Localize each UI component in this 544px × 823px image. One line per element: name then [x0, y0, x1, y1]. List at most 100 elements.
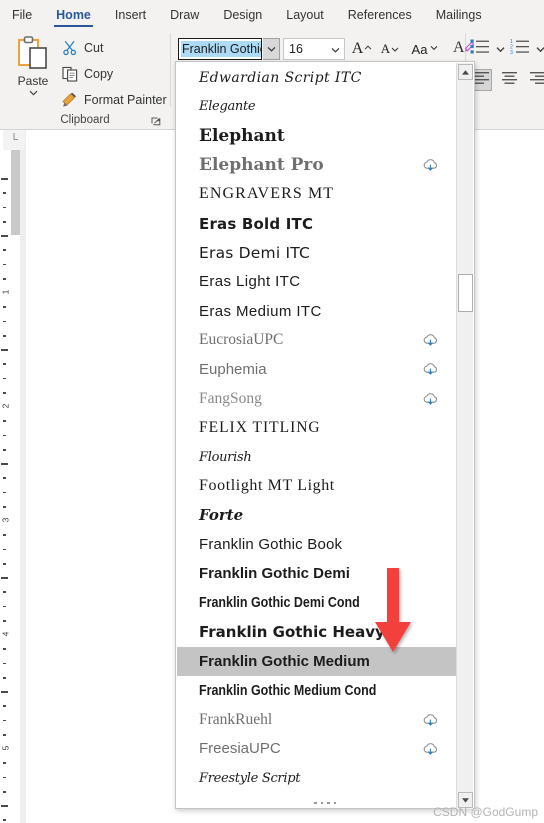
font-list-item[interactable]: Footlight MT Light [177, 472, 457, 501]
font-name-dropdown-caret[interactable] [263, 38, 280, 60]
font-list-item-label: ENGRAVERS MT [199, 185, 335, 203]
font-list-item-label: Franklin Gothic Demi [199, 565, 350, 583]
ruler-tick-mark [3, 249, 6, 252]
ruler-tick-mark [3, 819, 6, 822]
vertical-ruler[interactable]: └ 1 2 3 4 5 [0, 130, 26, 823]
font-name-input[interactable]: Franklin Gothic [178, 38, 262, 60]
shrink-font-caret-icon [391, 40, 399, 58]
align-center-button[interactable] [498, 69, 520, 91]
cloud-download-icon[interactable] [422, 362, 439, 376]
font-list-item[interactable]: Flourish [177, 442, 457, 471]
font-list-item[interactable]: FreesiaUPC [177, 734, 457, 763]
ruler-tick [0, 534, 9, 537]
font-list-item[interactable]: Eras Bold ITC [177, 209, 457, 238]
ribbon-tab-bar: File Home Insert Draw Design Layout Refe… [0, 0, 544, 29]
font-list-item[interactable]: Eras Medium ITC [177, 297, 457, 326]
font-size-input[interactable]: 16 [283, 38, 345, 60]
scroll-up-button[interactable] [458, 64, 473, 80]
font-list-item-label: Franklin Gothic Book [199, 536, 343, 554]
font-list-item[interactable]: Elephant [177, 121, 457, 150]
bullets-dropdown-caret[interactable] [496, 40, 505, 58]
tab-draw[interactable]: Draw [158, 0, 211, 29]
font-size-value: 16 [289, 42, 303, 56]
cloud-download-icon[interactable] [422, 392, 439, 406]
font-list-scrollbar[interactable] [456, 63, 473, 809]
shrink-font-button[interactable]: A [378, 38, 402, 60]
font-list-item[interactable]: Forte [177, 501, 457, 530]
tab-references[interactable]: References [336, 0, 424, 29]
font-list-item[interactable]: Eras Demi ITC [177, 238, 457, 267]
ruler-tick [0, 776, 9, 779]
font-list-item[interactable]: Elegante [177, 92, 457, 121]
numbering-button[interactable]: 1 2 3 [510, 39, 544, 59]
font-list-item[interactable]: EucrosiaUPC [177, 326, 457, 355]
align-right-button[interactable] [526, 69, 544, 91]
font-list-item[interactable]: Elephant Pro [177, 151, 457, 180]
tab-stop-selector[interactable]: └ [3, 130, 25, 150]
ruler-tick-mark [3, 705, 6, 708]
ruler-number: 1 [0, 289, 11, 295]
ruler-tick-mark [3, 320, 6, 323]
tab-layout[interactable]: Layout [274, 0, 336, 29]
ruler-tick-mark [3, 719, 6, 722]
font-list-item[interactable]: Franklin Gothic Book [177, 530, 457, 559]
font-list-item-label: Footlight MT Light [199, 477, 335, 495]
font-size-dropdown-caret[interactable] [331, 42, 340, 56]
tab-file[interactable]: File [0, 0, 44, 29]
tab-insert[interactable]: Insert [103, 0, 158, 29]
font-list-item[interactable]: Eras Light ITC [177, 267, 457, 296]
font-list-item[interactable]: Franklin Gothic Demi Cond [177, 588, 457, 617]
font-list-item[interactable]: FELIX TITLING [177, 413, 457, 442]
copy-icon [60, 65, 80, 83]
font-list-item[interactable]: Franklin Gothic Demi [177, 559, 457, 588]
font-list-item[interactable]: Franklin Gothic Medium [177, 646, 457, 676]
ruler-tick [0, 505, 9, 508]
ruler-strip [11, 150, 20, 823]
ruler-tick-mark [3, 505, 6, 508]
cloud-download-icon[interactable] [422, 158, 439, 172]
ruler-tick-mark [3, 220, 6, 223]
cloud-download-icon[interactable] [422, 333, 439, 347]
bullets-button[interactable] [470, 39, 505, 59]
font-list-item[interactable]: Euphemia [177, 355, 457, 384]
tab-mailings[interactable]: Mailings [424, 0, 494, 29]
ruler-tick-mark [3, 548, 6, 551]
paste-dropdown-caret[interactable] [29, 90, 38, 98]
ruler-tick-mark [3, 420, 6, 423]
tab-home[interactable]: Home [44, 0, 103, 29]
clipboard-dialog-launcher-icon[interactable] [150, 115, 162, 127]
scrollbar-thumb[interactable] [458, 274, 473, 312]
copy-button[interactable]: Copy [60, 63, 113, 85]
bullet-list-icon [470, 38, 490, 60]
font-list-item[interactable]: Edwardian Script ITC [177, 63, 457, 92]
font-list-item[interactable]: FangSong [177, 384, 457, 413]
paste-label: Paste [17, 74, 49, 88]
change-case-button[interactable]: Aa [408, 38, 442, 60]
clipboard-group: Paste Cut Copy Format Painter Clipboard [0, 29, 170, 130]
resize-grip[interactable] [314, 801, 336, 804]
font-list-item-label: Elephant [199, 125, 285, 146]
font-name-dropdown-list[interactable]: Edwardian Script ITC Elegante Elephant Elep… [175, 61, 475, 809]
font-list-item[interactable]: Franklin Gothic Medium Cond [177, 676, 457, 705]
numbering-dropdown-caret[interactable] [536, 40, 544, 58]
font-list-item[interactable]: ENGRAVERS MT [177, 180, 457, 209]
paste-button[interactable]: Paste [8, 33, 58, 109]
font-list-item-label: Elephant Pro [199, 155, 324, 176]
font-list[interactable]: Edwardian Script ITC Elegante Elephant Elep… [177, 63, 457, 793]
format-painter-button[interactable]: Format Painter [60, 89, 167, 111]
grow-font-button[interactable]: A [350, 38, 374, 60]
ruler-tick-mark [3, 306, 6, 309]
font-list-item[interactable]: Freestyle Script [177, 764, 457, 793]
font-list-item[interactable]: FrankRuehl [177, 705, 457, 734]
font-list-item-label: FrankRuehl [199, 710, 273, 728]
tab-design[interactable]: Design [211, 0, 274, 29]
font-list-item[interactable]: Franklin Gothic Heavy [177, 618, 457, 647]
tab-design-label: Design [223, 7, 263, 22]
ruler-tick [0, 676, 9, 679]
cut-button[interactable]: Cut [60, 37, 103, 59]
ruler-tick-mark [3, 363, 6, 366]
ruler-top-margin[interactable] [11, 150, 20, 235]
tab-insert-label: Insert [114, 7, 147, 22]
cloud-download-icon[interactable] [422, 713, 439, 727]
cloud-download-icon[interactable] [422, 742, 439, 756]
